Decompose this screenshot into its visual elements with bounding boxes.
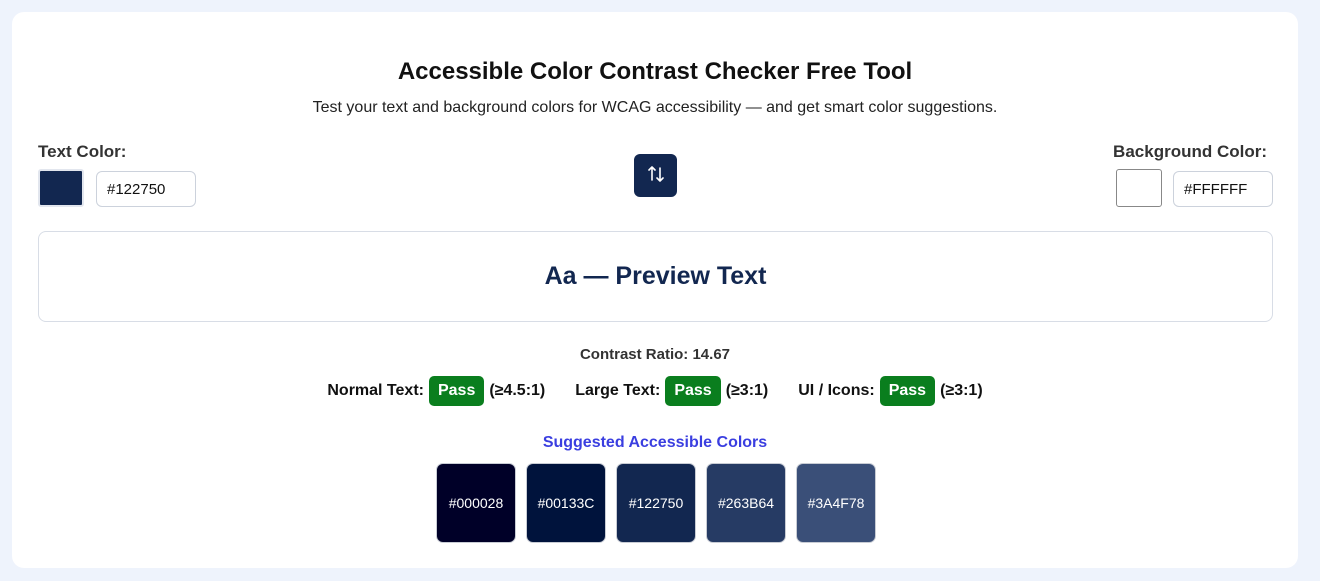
preview-box: Aa — Preview Text: [38, 231, 1273, 322]
suggestion-hex: #263B64: [717, 495, 775, 511]
result-label: UI / Icons:: [798, 382, 875, 399]
result-label: Normal Text:: [327, 382, 424, 399]
background-color-label: Background Color:: [1113, 142, 1267, 161]
suggestions-title: Suggested Accessible Colors: [542, 434, 768, 451]
contrast-checker-card: Accessible Color Contrast Checker Free T…: [12, 12, 1298, 568]
result-threshold: (≥3:1): [940, 382, 983, 399]
result-label: Large Text:: [575, 382, 661, 399]
suggestion-swatch[interactable]: #000028: [436, 463, 516, 543]
result-normal-text: Normal Text: Pass (≥4.5:1): [327, 376, 545, 406]
suggestion-hex: #000028: [448, 495, 504, 511]
suggestion-swatch[interactable]: #263B64: [706, 463, 786, 543]
preview-text: Aa — Preview Text: [544, 262, 767, 290]
result-ui-icons: UI / Icons: Pass (≥3:1): [798, 376, 983, 406]
suggestion-swatch[interactable]: #122750: [616, 463, 696, 543]
swap-vertical-arrows-icon: [647, 165, 664, 186]
suggestion-hex: #3A4F78: [807, 495, 865, 511]
background-color-hex-input[interactable]: [1173, 171, 1273, 207]
suggestion-swatches: #000028 #00133C #122750 #263B64 #3A4F78: [436, 463, 886, 543]
result-threshold: (≥4.5:1): [489, 382, 546, 399]
suggestion-hex: #122750: [628, 495, 684, 511]
status-badge: Pass: [879, 376, 936, 406]
page-subtitle: Test your text and background colors for…: [312, 99, 998, 116]
result-threshold: (≥3:1): [725, 382, 769, 399]
swap-colors-button[interactable]: [634, 154, 677, 197]
text-color-picker[interactable]: [38, 169, 84, 207]
suggestion-hex: #00133C: [537, 495, 595, 511]
status-badge: Pass: [428, 376, 485, 406]
text-color-hex-input[interactable]: [96, 171, 196, 207]
status-badge: Pass: [665, 376, 721, 406]
suggestion-swatch[interactable]: #3A4F78: [796, 463, 876, 543]
text-color-label: Text Color:: [38, 142, 127, 161]
wcag-results: Normal Text: Pass (≥4.5:1) Large Text: P…: [12, 376, 1298, 406]
page-title: Accessible Color Contrast Checker Free T…: [397, 58, 913, 85]
result-large-text: Large Text: Pass (≥3:1): [575, 376, 768, 406]
contrast-ratio: Contrast Ratio: 14.67: [579, 346, 731, 363]
suggestion-swatch[interactable]: #00133C: [526, 463, 606, 543]
background-color-picker[interactable]: [1116, 169, 1162, 207]
